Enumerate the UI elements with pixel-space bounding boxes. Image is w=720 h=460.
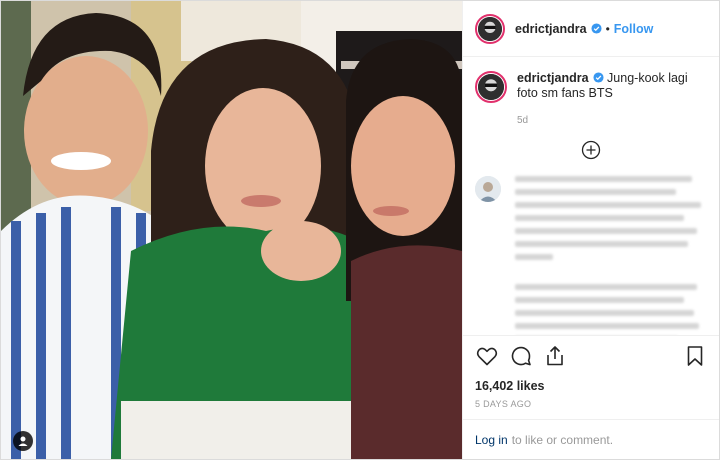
blurred-comment: [475, 176, 707, 335]
likes-count[interactable]: 16,402 likes: [463, 375, 719, 393]
login-prompt: Log in to like or comment.: [463, 419, 719, 459]
comment-button[interactable]: [509, 344, 533, 368]
avatar[interactable]: [475, 13, 505, 44]
caption-timestamp[interactable]: 5d: [517, 113, 707, 128]
bookmark-icon: [687, 345, 703, 366]
blurred-comment-text: [515, 176, 707, 335]
post-side-panel: edrictjandra • Follow edrictjandra Jung-…: [462, 1, 719, 459]
photo-illustration: [1, 1, 462, 459]
action-bar: [463, 335, 719, 375]
save-button[interactable]: [683, 344, 707, 368]
comments-area: edrictjandra Jung-kook lagi foto sm fans…: [463, 57, 719, 335]
username-link[interactable]: edrictjandra: [515, 22, 587, 36]
verified-badge-icon: [593, 72, 604, 83]
post-photo[interactable]: [1, 1, 462, 459]
caption-avatar[interactable]: [475, 71, 507, 103]
heart-icon: [476, 347, 498, 365]
share-icon: [547, 345, 563, 365]
load-more-comments-button[interactable]: [475, 140, 707, 160]
post-date[interactable]: 5 DAYS AGO: [463, 393, 719, 419]
follow-button[interactable]: Follow: [614, 22, 654, 36]
caption: edrictjandra Jung-kook lagi foto sm fans…: [475, 71, 707, 128]
avatar-image: [475, 176, 501, 202]
separator-dot: •: [605, 21, 610, 36]
tagged-people-button[interactable]: [13, 431, 33, 451]
login-link[interactable]: Log in: [475, 433, 508, 447]
plus-circle-icon: [581, 140, 601, 160]
like-button[interactable]: [475, 344, 499, 368]
avatar-image: [478, 74, 504, 100]
caption-username-link[interactable]: edrictjandra: [517, 71, 589, 85]
verified-badge-icon: [591, 23, 602, 34]
comment-icon: [511, 346, 531, 365]
avatar-image: [478, 16, 502, 41]
post-header: edrictjandra • Follow: [463, 1, 719, 57]
login-prompt-text: to like or comment.: [511, 432, 614, 447]
instagram-post: edrictjandra • Follow edrictjandra Jung-…: [0, 0, 720, 460]
commenter-avatar[interactable]: [475, 176, 501, 202]
person-tag-icon: [18, 436, 28, 446]
share-button[interactable]: [543, 344, 567, 368]
